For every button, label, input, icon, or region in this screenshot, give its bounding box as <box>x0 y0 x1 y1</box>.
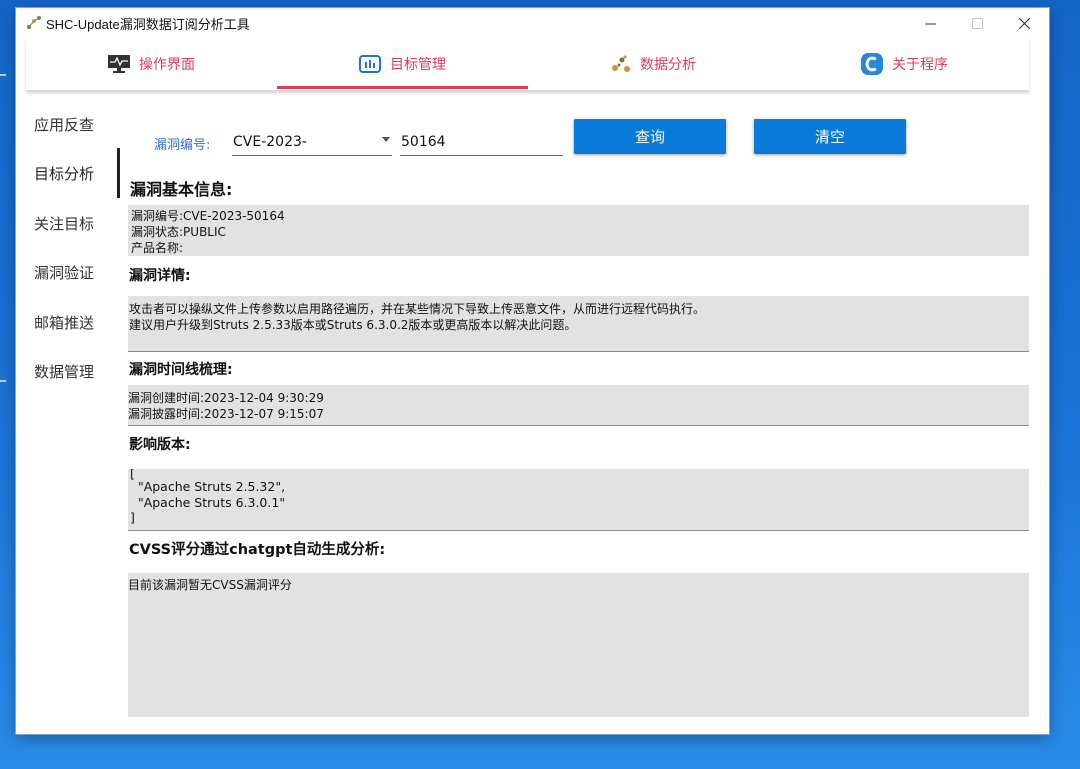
app-logo-icon <box>861 53 883 75</box>
cve-prefix-value: CVE-2023- <box>233 134 307 150</box>
dashboard-icon <box>359 55 381 73</box>
active-tab-indicator <box>277 86 528 89</box>
maximize-button[interactable] <box>954 8 1000 38</box>
versions-line: "Apache Struts 6.3.0.1" <box>130 494 286 510</box>
affected-versions-panel: [ "Apache Struts 2.5.32", "Apache Struts… <box>128 469 1029 531</box>
versions-line: "Apache Struts 2.5.32", <box>130 479 286 494</box>
window-title: SHC-Update漏洞数据订阅分析工具 <box>46 17 250 32</box>
sidebar-item-target-analysis[interactable]: 目标分析 <box>34 153 124 193</box>
details-heading: 漏洞详情: <box>129 268 191 284</box>
versions-line: ] <box>130 510 135 525</box>
minimize-icon <box>924 23 936 24</box>
basic-info-heading: 漏洞基本信息: <box>130 180 233 199</box>
sidebar-item-email-push[interactable]: 邮箱推送 <box>34 302 124 342</box>
sidebar-selection-indicator <box>117 148 120 198</box>
sidebar-item-data-management[interactable]: 数据管理 <box>34 351 124 391</box>
basic-info-panel: 漏洞编号:CVE-2023-50164 漏洞状态:PUBLIC 产品名称: <box>128 205 1029 256</box>
sidebar-item-app-reverse-lookup[interactable]: 应用反查 <box>34 104 124 144</box>
maximize-icon <box>971 17 983 29</box>
sidebar-item-vuln-verification[interactable]: 漏洞验证 <box>34 252 124 292</box>
cve-id-label: 漏洞编号: <box>154 138 211 153</box>
affected-versions-heading: 影响版本: <box>129 437 191 453</box>
tab-operation-label: 操作界面 <box>139 57 195 73</box>
cvss-line: 目前该漏洞暂无CVSS漏洞评分 <box>128 578 292 592</box>
cvss-heading: CVSS评分通过chatgpt自动生成分析: <box>129 542 386 558</box>
main-tab-bar: 操作界面 目标管理 数据分析 关于程序 <box>26 38 1029 91</box>
sidebar-item-label: 目标分析 <box>34 164 95 183</box>
details-line: 攻击者可以操纵文件上传参数以启用路径遍历，并在某些情况下导致上传恶意文件，从而进… <box>129 302 706 316</box>
clear-button[interactable]: 清空 <box>754 119 906 154</box>
details-panel: 攻击者可以操纵文件上传参数以启用路径遍历，并在某些情况下导致上传恶意文件，从而进… <box>128 296 1029 352</box>
cvss-panel: 目前该漏洞暂无CVSS漏洞评分 <box>128 573 1029 717</box>
tab-data-analysis-label: 数据分析 <box>640 57 696 73</box>
tab-about-label: 关于程序 <box>892 57 948 73</box>
tab-target-management-label: 目标管理 <box>390 57 446 73</box>
versions-line: [ <box>130 469 135 481</box>
sidebar-item-label: 应用反查 <box>34 115 95 134</box>
basic-info-line: 漏洞状态:PUBLIC <box>131 225 226 239</box>
molecule-icon <box>612 55 630 72</box>
close-icon <box>1018 17 1030 29</box>
tab-data-analysis[interactable]: 数据分析 <box>528 38 778 90</box>
basic-info-line: 漏洞编号:CVE-2023-50164 <box>131 209 285 223</box>
sidebar-item-label: 漏洞验证 <box>34 263 95 282</box>
app-icon <box>27 16 41 29</box>
sidebar-item-label: 关注目标 <box>34 214 95 233</box>
timeline-heading: 漏洞时间线梳理: <box>129 362 233 378</box>
tab-about[interactable]: 关于程序 <box>779 38 1029 90</box>
timeline-line: 漏洞创建时间:2023-12-04 9:30:29 <box>128 391 324 405</box>
sidebar-item-watched-targets[interactable]: 关注目标 <box>34 203 124 243</box>
sidebar-item-label: 邮箱推送 <box>34 313 95 332</box>
timeline-panel: 漏洞创建时间:2023-12-04 9:30:29 漏洞披露时间:2023-12… <box>128 385 1029 426</box>
cve-prefix-select[interactable]: CVE-2023- <box>232 129 392 156</box>
timeline-line: 漏洞披露时间:2023-12-07 9:15:07 <box>128 407 324 421</box>
desktop-edge-mark <box>0 74 6 76</box>
tab-operation[interactable]: 操作界面 <box>26 38 276 90</box>
details-line: 建议用户升级到Struts 2.5.33版本或Struts 6.3.0.2版本或… <box>129 318 577 332</box>
basic-info-line: 产品名称: <box>131 241 184 255</box>
tab-target-management[interactable]: 目标管理 <box>277 38 527 90</box>
desktop-edge-mark <box>0 380 6 382</box>
sidebar-item-label: 数据管理 <box>34 362 95 381</box>
close-button[interactable] <box>1001 8 1047 38</box>
title-bar: SHC-Update漏洞数据订阅分析工具 <box>16 8 1049 38</box>
monitor-icon <box>108 55 130 73</box>
cve-number-input[interactable] <box>400 129 563 156</box>
chevron-down-icon <box>382 137 390 142</box>
minimize-button[interactable] <box>907 8 953 38</box>
app-window: SHC-Update漏洞数据订阅分析工具 操作界面 目标管理 数据分析 关于程序… <box>16 8 1049 734</box>
query-button[interactable]: 查询 <box>574 119 726 154</box>
